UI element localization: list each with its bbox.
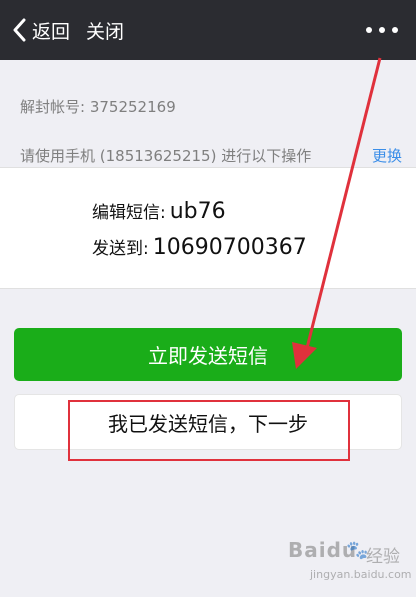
watermark: Baidu 🐾 经验 jingyan.baidu.com — [288, 538, 414, 594]
phone-instruction-text: 请使用手机 (18513625215) 进行以下操作 — [20, 147, 312, 165]
annotation-arrow-icon — [292, 57, 382, 369]
sms-content-value: ub76 — [169, 199, 226, 224]
sms-recipient-label: 发送到: — [92, 239, 149, 259]
sms-content-label: 编辑短信: — [92, 203, 166, 223]
more-dots-icon[interactable] — [366, 20, 398, 40]
sms-content-row: 编辑短信: ub76 — [92, 198, 226, 224]
sms-info-card: 编辑短信: ub76 发送到: 10690700367 — [0, 167, 416, 289]
send-sms-now-button[interactable]: 立即发送短信 — [14, 328, 402, 381]
chevron-left-icon — [13, 18, 26, 42]
dot — [379, 27, 385, 33]
sms-recipient-number: 10690700367 — [152, 235, 307, 260]
sent-next-step-button[interactable]: 我已发送短信，下一步 — [14, 394, 402, 450]
close-button[interactable]: 关闭 — [86, 17, 124, 44]
account-number: 375252169 — [89, 98, 176, 116]
dot — [366, 27, 372, 33]
dot — [392, 27, 398, 33]
back-button[interactable]: 返回 — [12, 16, 70, 44]
watermark-url: jingyan.baidu.com — [310, 568, 412, 581]
change-phone-link[interactable]: 更换 — [372, 145, 402, 166]
sms-recipient-row: 发送到: 10690700367 — [92, 234, 307, 260]
account-label: 解封帐号: — [20, 98, 86, 116]
unblock-account-line: 解封帐号: 375252169 — [20, 96, 176, 117]
back-label: 返回 — [32, 20, 71, 43]
watermark-text: 经验 — [366, 547, 400, 567]
top-navigation-bar: 返回 关闭 — [0, 0, 416, 60]
